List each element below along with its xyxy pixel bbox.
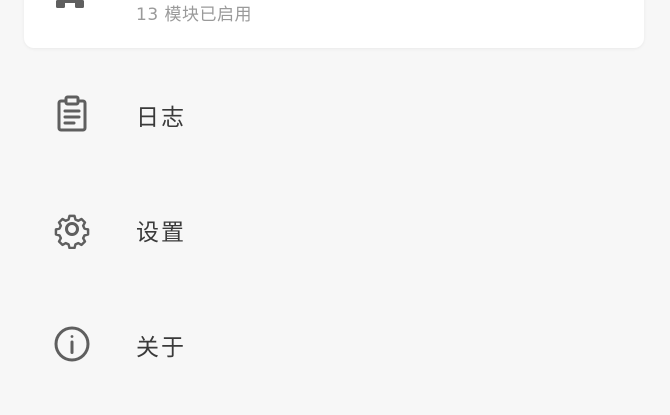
menu-item-label: 设置: [136, 220, 186, 246]
menu-item-label: 关于: [136, 335, 186, 361]
info-circle-icon: [52, 324, 92, 364]
menu-item-logs[interactable]: 日志: [0, 72, 670, 152]
gear-icon: [52, 209, 92, 249]
extension-icon: [54, 0, 88, 10]
modules-enabled-count: 13 模块已启用: [136, 5, 253, 25]
menu-item-settings[interactable]: 设置: [0, 187, 670, 267]
menu-item-about[interactable]: 关于: [0, 302, 670, 382]
menu-item-label: 日志: [136, 105, 186, 131]
modules-status-card[interactable]: 13 模块已启用: [24, 0, 644, 48]
clipboard-text-icon: [52, 94, 92, 134]
